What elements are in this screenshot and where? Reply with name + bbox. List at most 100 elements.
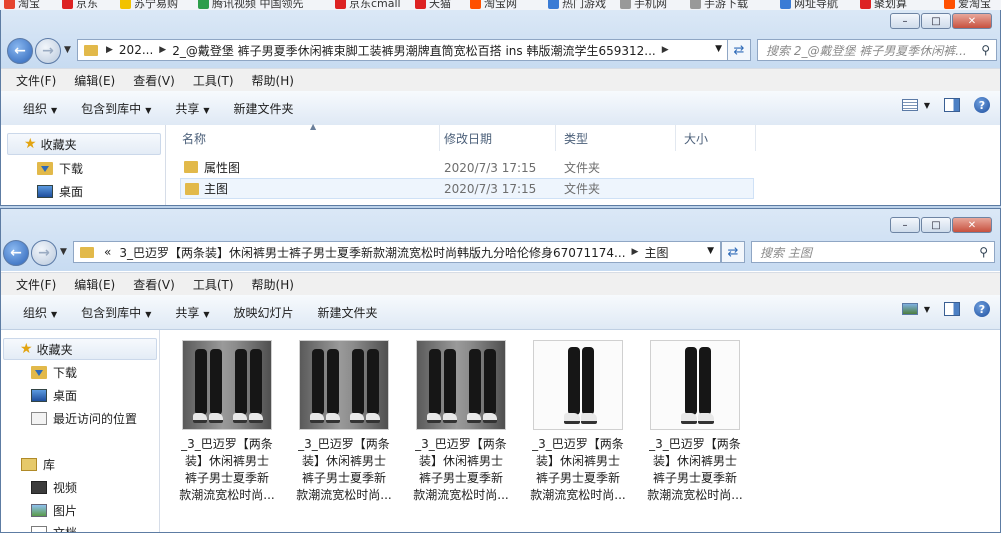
bookmark-item[interactable]: 淘宝 xyxy=(4,0,40,10)
back-button[interactable]: ← xyxy=(3,240,29,266)
list-item[interactable]: _3_巴迈罗【两条 装】休闲裤男士 裤子男士夏季新 款潮流宽松时尚... xyxy=(289,340,399,504)
change-view-button[interactable]: ▼ xyxy=(901,303,930,315)
bookmark-favicon-icon xyxy=(690,0,701,9)
menu-edit[interactable]: 编辑(E) xyxy=(65,276,124,293)
thumbnail-grid: _3_巴迈罗【两条 装】休闲裤男士 裤子男士夏季新 款潮流宽松时尚... _3_… xyxy=(160,330,1000,532)
sidebar-item-label: 下载 xyxy=(53,365,78,380)
sidebar-item-downloads[interactable]: 下载 xyxy=(31,361,77,383)
menu-view[interactable]: 查看(V) xyxy=(124,72,184,89)
sidebar-item-recent[interactable]: 最近访问的位置 xyxy=(31,407,137,429)
breadcrumb-item[interactable]: 主图 xyxy=(640,244,672,261)
share-button[interactable]: 共享 ▼ xyxy=(163,100,221,117)
list-item[interactable]: _3_巴迈罗【两条 装】休闲裤男士 裤子男士夏季新 款潮流宽松时尚... xyxy=(172,340,282,504)
list-item[interactable]: _3_巴迈罗【两条 装】休闲裤男士 裤子男士夏季新 款潮流宽松时尚... xyxy=(523,340,633,504)
sidebar-item-videos[interactable]: 视频 xyxy=(31,476,77,498)
minimize-button[interactable]: – xyxy=(890,13,920,29)
change-view-button[interactable]: ▼ xyxy=(901,99,930,111)
bookmark-item[interactable]: 手机网 xyxy=(620,0,667,10)
sidebar-item-downloads[interactable]: 下载 xyxy=(37,157,83,179)
help-icon[interactable]: ? xyxy=(974,301,990,317)
menu-help[interactable]: 帮助(H) xyxy=(243,276,303,293)
folder-icon xyxy=(80,246,94,258)
bookmark-item[interactable]: 苏宁易购 xyxy=(120,0,178,10)
maximize-button[interactable]: □ xyxy=(921,13,951,29)
column-header-date[interactable]: 修改日期 xyxy=(436,125,556,151)
breadcrumb-overflow[interactable]: « xyxy=(100,245,115,259)
table-row[interactable]: 属性图 2020/7/3 17:15 文件夹 xyxy=(180,157,754,178)
menu-file[interactable]: 文件(F) xyxy=(7,276,65,293)
bookmark-item[interactable]: 淘宝网 xyxy=(470,0,517,10)
include-in-library-button[interactable]: 包含到库中 ▼ xyxy=(69,100,163,117)
table-row[interactable]: 主图 2020/7/3 17:15 文件夹 xyxy=(180,178,754,199)
breadcrumb-item[interactable]: 2_@戴登堡 裤子男夏季休闲裤束脚工装裤男潮牌直筒宽松百搭 ins 韩版潮流学生… xyxy=(168,42,660,59)
history-dropdown-icon[interactable]: ▼ xyxy=(64,45,71,55)
breadcrumb-item[interactable]: 202... xyxy=(115,43,157,57)
preview-pane-icon[interactable] xyxy=(944,302,960,316)
help-icon[interactable]: ? xyxy=(974,97,990,113)
column-header-name[interactable]: ▲ 名称 xyxy=(174,122,440,151)
search-input[interactable]: 搜索 主图 ⚲ xyxy=(751,241,995,263)
bookmark-item[interactable]: 热门游戏 xyxy=(548,0,606,10)
label-line: 装】休闲裤男士 xyxy=(652,454,737,468)
sidebar-item-desktop[interactable]: 桌面 xyxy=(37,180,83,202)
organize-button[interactable]: 组织 ▼ xyxy=(11,100,69,117)
bookmark-item[interactable]: 京东cmall xyxy=(335,0,401,10)
menu-edit[interactable]: 编辑(E) xyxy=(65,72,124,89)
bookmark-item[interactable]: 手游下载 xyxy=(690,0,748,10)
organize-button[interactable]: 组织 ▼ xyxy=(11,304,69,321)
history-dropdown-icon[interactable]: ▼ xyxy=(60,247,67,257)
address-bar[interactable]: ▶ 202... ▶ 2_@戴登堡 裤子男夏季休闲裤束脚工装裤男潮牌直筒宽松百搭… xyxy=(77,39,729,61)
file-date: 2020/7/3 17:15 xyxy=(444,160,537,175)
bookmark-item[interactable]: 天猫 xyxy=(415,0,451,10)
forward-button[interactable]: → xyxy=(35,38,61,64)
menu-tools[interactable]: 工具(T) xyxy=(184,72,243,89)
sidebar-item-pictures[interactable]: 图片 xyxy=(31,499,77,521)
bookmark-item[interactable]: 爱淘宝 xyxy=(944,0,991,10)
close-button[interactable]: ✕ xyxy=(952,13,992,29)
include-in-library-button[interactable]: 包含到库中 ▼ xyxy=(69,304,163,321)
forward-button[interactable]: → xyxy=(31,240,57,266)
address-bar[interactable]: « 3_巴迈罗【两条装】休闲裤男士裤子男士夏季新款潮流宽松时尚韩版九分哈伦修身6… xyxy=(73,241,721,263)
sidebar-item-label: 文档 xyxy=(53,525,78,533)
menu-help[interactable]: 帮助(H) xyxy=(243,72,303,89)
sidebar-favorites[interactable]: ★ 收藏夹 xyxy=(3,338,157,360)
menu-file[interactable]: 文件(F) xyxy=(7,72,65,89)
search-input[interactable]: 搜索 2_@戴登堡 裤子男夏季休闲裤... ⚲ xyxy=(757,39,997,61)
chevron-right-icon[interactable]: ▶ xyxy=(104,45,115,55)
chevron-right-icon[interactable]: ▶ xyxy=(630,247,641,257)
preview-pane-icon[interactable] xyxy=(944,98,960,112)
address-dropdown-icon[interactable]: ▼ xyxy=(715,44,722,54)
list-item[interactable]: _3_巴迈罗【两条 装】休闲裤男士 裤子男士夏季新 款潮流宽松时尚... xyxy=(406,340,516,504)
new-folder-button[interactable]: 新建文件夹 xyxy=(222,100,306,117)
refresh-button[interactable]: ⇄ xyxy=(721,241,745,263)
sidebar-libraries[interactable]: 库 xyxy=(21,453,55,475)
slideshow-button[interactable]: 放映幻灯片 xyxy=(222,304,306,321)
breadcrumb-item[interactable]: 3_巴迈罗【两条装】休闲裤男士裤子男士夏季新款潮流宽松时尚韩版九分哈伦修身670… xyxy=(115,244,629,261)
chevron-right-icon[interactable]: ▶ xyxy=(660,45,671,55)
search-icon[interactable]: ⚲ xyxy=(979,245,988,259)
chevron-right-icon[interactable]: ▶ xyxy=(157,45,168,55)
column-header-size[interactable]: 大小 xyxy=(676,125,756,151)
list-item[interactable]: _3_巴迈罗【两条 装】休闲裤男士 裤子男士夏季新 款潮流宽松时尚... xyxy=(640,340,750,504)
refresh-button[interactable]: ⇄ xyxy=(727,39,751,61)
share-button[interactable]: 共享 ▼ xyxy=(163,304,221,321)
column-header-label: 修改日期 xyxy=(444,131,493,146)
bookmark-item[interactable]: 腾讯视频 中国领先 xyxy=(198,0,304,10)
menu-tools[interactable]: 工具(T) xyxy=(184,276,243,293)
minimize-button[interactable]: – xyxy=(890,217,920,233)
thumbnail-image xyxy=(416,340,506,430)
menu-view[interactable]: 查看(V) xyxy=(124,276,184,293)
bookmark-item[interactable]: 网址导航 xyxy=(780,0,838,10)
sidebar-favorites[interactable]: ★ 收藏夹 xyxy=(7,133,161,155)
maximize-button[interactable]: □ xyxy=(921,217,951,233)
sidebar-item-desktop[interactable]: 桌面 xyxy=(31,384,77,406)
new-folder-button[interactable]: 新建文件夹 xyxy=(306,304,390,321)
column-header-type[interactable]: 类型 xyxy=(556,125,676,151)
sidebar-item-documents[interactable]: 文档 xyxy=(31,521,78,533)
close-button[interactable]: ✕ xyxy=(952,217,992,233)
address-dropdown-icon[interactable]: ▼ xyxy=(707,246,714,256)
bookmark-item[interactable]: 京东 xyxy=(62,0,98,10)
back-button[interactable]: ← xyxy=(7,38,33,64)
search-icon[interactable]: ⚲ xyxy=(981,43,990,57)
bookmark-item[interactable]: 聚划算 xyxy=(860,0,907,10)
